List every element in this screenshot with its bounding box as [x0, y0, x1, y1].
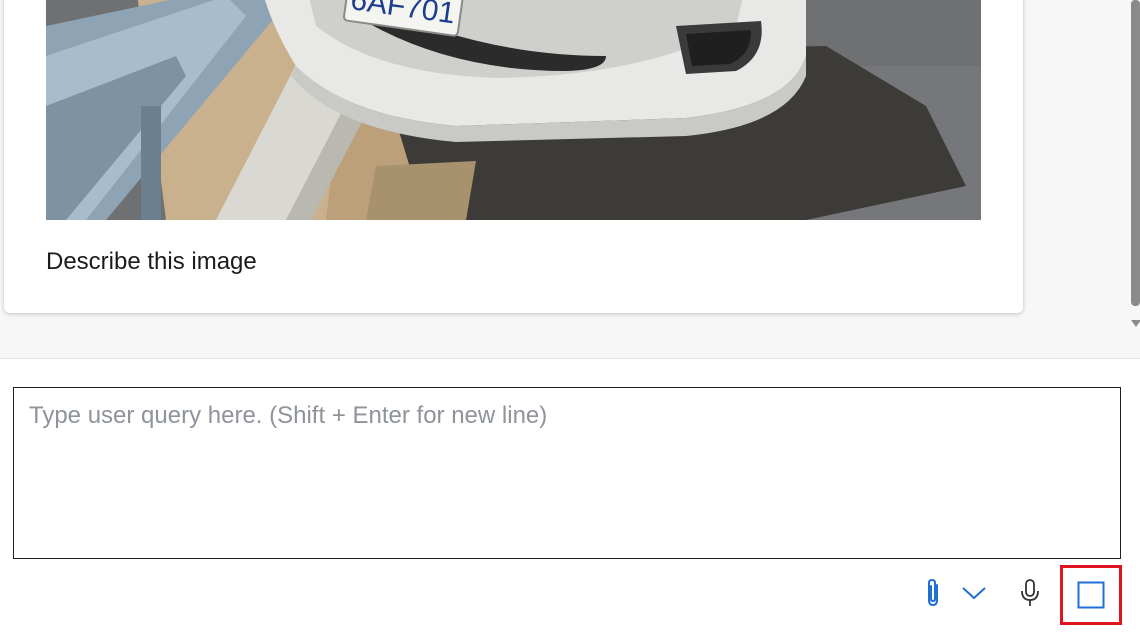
stop-button[interactable] — [1060, 565, 1122, 625]
microphone-icon — [1021, 579, 1039, 606]
stop-square-icon — [1077, 581, 1105, 609]
user-message-text: Describe this image — [46, 248, 257, 275]
chat-history: 6AF701 Describe this image — [0, 0, 1130, 340]
car-photo-illustration: 6AF701 — [46, 0, 981, 220]
paperclip-icon — [928, 578, 938, 607]
attach-options-dropdown[interactable] — [958, 576, 990, 610]
scroll-down-arrow-icon[interactable] — [1131, 320, 1140, 327]
query-input[interactable] — [13, 387, 1121, 559]
chevron-down-icon — [962, 587, 986, 600]
attach-button[interactable] — [918, 576, 950, 610]
user-message-card: 6AF701 Describe this image — [4, 0, 1023, 313]
chat-scrollbar[interactable] — [1130, 0, 1140, 340]
attached-photo[interactable]: 6AF701 — [46, 0, 981, 220]
composer-area — [0, 359, 1140, 637]
scrollbar-thumb[interactable] — [1131, 0, 1140, 306]
microphone-button[interactable] — [1013, 575, 1047, 611]
